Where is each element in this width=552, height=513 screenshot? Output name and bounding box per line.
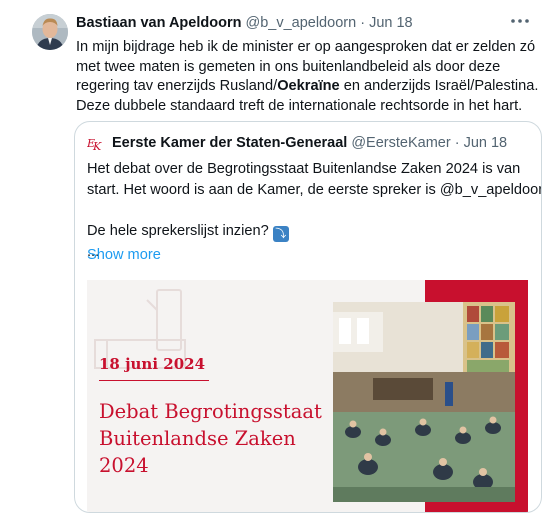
quote-text-line: Het debat over de Begrotingsstaat Buiten…	[87, 161, 521, 177]
quote-blank-line	[87, 200, 527, 221]
media-title-line: Debat Begrotingsstaat	[99, 400, 322, 423]
tweet[interactable]: Bastiaan van Apeldoorn @b_v_apeldoorn · …	[0, 0, 552, 513]
tweet-text-bold: Oekraïne	[277, 78, 340, 94]
quote-date[interactable]: Jun 18	[464, 135, 508, 151]
media-title-line: Buitenlandse Zaken	[99, 427, 296, 450]
avatar[interactable]	[32, 14, 68, 50]
quote-author-handle[interactable]: @EersteKamer	[351, 135, 450, 151]
author-name[interactable]: Bastiaan van Apeldoorn	[76, 15, 241, 31]
arrow-down-right-icon: ⤵	[272, 225, 289, 242]
tweet-date[interactable]: Jun 18	[369, 15, 413, 31]
quote-media-image[interactable]: 18 juni 2024 Debat Begrotingsstaat Buite…	[87, 280, 528, 512]
media-date: 18 juni 2024	[99, 355, 206, 373]
quote-question: De hele sprekerslijst inzien?	[87, 222, 269, 239]
quoted-tweet[interactable]: E K Eerste Kamer der Staten-Generaal @Ee…	[74, 121, 542, 513]
media-title-line: 2024	[99, 454, 149, 477]
author-handle[interactable]: @b_v_apeldoorn	[245, 15, 356, 31]
show-more-link[interactable]: Show more	[87, 247, 161, 263]
svg-text:K: K	[92, 140, 102, 152]
avatar-photo	[32, 14, 68, 50]
tweet-text: In mijn bijdrage heb ik de minister er o…	[76, 38, 544, 116]
quote-separator-dot: ·	[454, 135, 460, 151]
quote-text-line: De hele sprekerslijst inzien? ⤵	[87, 221, 527, 242]
separator-dot: ·	[360, 15, 366, 31]
date-underline	[99, 380, 209, 381]
quote-author-name[interactable]: Eerste Kamer der Staten-Generaal	[112, 135, 347, 151]
plenary-hall-photo	[333, 302, 515, 502]
quote-text-line: start. Het woord is aan de Kamer, de eer…	[87, 181, 542, 198]
media-title: Debat Begrotingsstaat Buitenlandse Zaken…	[99, 398, 329, 479]
quote-header: E K Eerste Kamer der Staten-Generaal @Ee…	[86, 134, 508, 153]
tweet-header: Bastiaan van Apeldoorn @b_v_apeldoorn · …	[76, 15, 413, 31]
eerste-kamer-logo: E K	[86, 134, 105, 153]
more-horizontal-icon[interactable]	[510, 12, 530, 30]
